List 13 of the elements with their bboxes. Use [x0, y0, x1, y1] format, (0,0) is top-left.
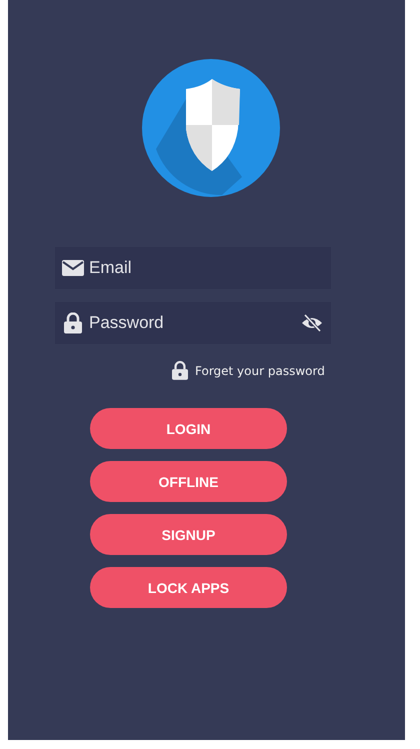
eye-off-icon[interactable]	[301, 314, 323, 332]
password-field[interactable]: Password	[55, 302, 331, 344]
action-button[interactable]: SIGNUP	[90, 514, 287, 555]
email-field[interactable]: Email	[55, 247, 331, 289]
shield-logo-icon	[142, 59, 280, 197]
forgot-password-text[interactable]: Forget your password	[195, 364, 325, 378]
action-button[interactable]: OFFLINE	[90, 461, 287, 502]
mail-icon	[62, 260, 84, 276]
lock-icon	[64, 312, 82, 334]
action-button[interactable]: LOCK APPS	[90, 567, 287, 608]
forgot-password-link[interactable]: Forget your password	[172, 361, 325, 380]
action-button[interactable]: LOGIN	[90, 408, 287, 449]
lock-icon	[172, 361, 188, 380]
